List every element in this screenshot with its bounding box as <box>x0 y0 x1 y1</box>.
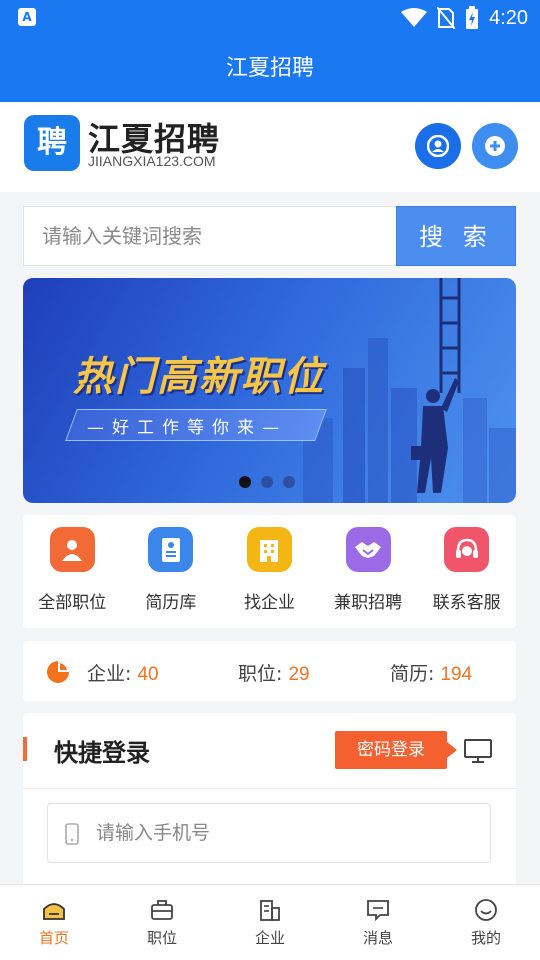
app-notification-icon: A <box>18 8 36 26</box>
stats-bar: 企业: 40 职位: 29 简历: 194 <box>23 641 516 701</box>
briefcase-person-icon <box>49 527 95 572</box>
logo-icon: 聘 <box>24 115 80 171</box>
search-input[interactable] <box>24 207 396 265</box>
tab-jobs[interactable]: 职位 <box>108 885 216 960</box>
company-icon <box>260 900 280 921</box>
search-bar: 搜 索 <box>23 206 516 266</box>
carousel-dot[interactable] <box>239 476 251 488</box>
promo-banner[interactable]: 热门高新职位 —好工作等你来— <box>23 278 516 503</box>
add-button[interactable] <box>472 123 518 169</box>
user-button[interactable] <box>415 123 461 169</box>
carousel-dots <box>239 476 295 488</box>
tab-label: 职位 <box>146 929 177 947</box>
handshake-icon <box>345 527 391 572</box>
menu-item-companies[interactable]: 找企业 <box>220 515 319 628</box>
stat-label: 简历: <box>390 663 435 685</box>
tab-profile[interactable]: 我的 <box>432 885 540 960</box>
stat-resumes: 简历: 194 <box>390 659 472 686</box>
status-icons: 4:20 <box>401 4 528 32</box>
stat-label: 企业: <box>87 663 132 685</box>
menu-item-all-jobs[interactable]: 全部职位 <box>23 515 122 628</box>
tab-companies[interactable]: 企业 <box>216 885 324 960</box>
pie-chart-icon <box>47 661 69 683</box>
stat-value: 40 <box>137 664 159 685</box>
stat-jobs: 职位: 29 <box>238 659 310 686</box>
home-icon <box>43 903 65 920</box>
menu-label: 兼职招聘 <box>334 593 403 613</box>
stat-value: 194 <box>440 664 473 685</box>
resume-icon <box>148 527 194 572</box>
phone-icon <box>65 823 79 845</box>
tab-messages[interactable]: 消息 <box>324 885 432 960</box>
bottom-nav: 首页 职位 企业 消息 我的 <box>0 884 540 960</box>
briefcase-icon <box>151 900 173 920</box>
section-accent-bar <box>23 737 27 761</box>
plus-circle-icon <box>485 136 505 156</box>
quick-menu: 全部职位 简历库 找企业 兼职招聘 联系客服 <box>23 515 516 628</box>
menu-item-customer-service[interactable]: 联系客服 <box>417 515 516 628</box>
tab-label: 消息 <box>362 929 393 947</box>
carousel-dot[interactable] <box>283 476 295 488</box>
status-bar: A 4:20 <box>0 0 540 36</box>
headset-icon <box>444 527 490 572</box>
message-icon <box>367 900 389 921</box>
phone-input[interactable] <box>96 804 476 862</box>
quick-login-card: 快捷登录 密码登录 <box>23 713 516 888</box>
tab-label: 企业 <box>254 929 285 947</box>
pointer-arrow <box>447 742 457 758</box>
stat-companies: 企业: 40 <box>87 659 159 686</box>
menu-label: 联系客服 <box>432 593 501 613</box>
menu-item-part-time[interactable]: 兼职招聘 <box>319 515 418 628</box>
phone-field[interactable] <box>47 803 491 863</box>
profile-icon <box>475 899 497 921</box>
monitor-icon[interactable] <box>463 738 493 764</box>
login-title: 快捷登录 <box>54 739 150 767</box>
banner-subtitle: —好工作等你来— <box>87 418 287 438</box>
search-button[interactable]: 搜 索 <box>396 206 516 266</box>
tab-label: 首页 <box>38 929 69 947</box>
stat-label: 职位: <box>238 663 283 685</box>
battery-charging-icon <box>466 6 479 29</box>
no-sim-icon <box>437 7 456 29</box>
menu-item-resumes[interactable]: 简历库 <box>122 515 221 628</box>
site-domain: JIIANGXIA123.COM <box>88 153 216 169</box>
menu-label: 简历库 <box>145 593 197 613</box>
banner-title: 热门高新职位 <box>73 354 325 400</box>
divider <box>23 788 516 789</box>
password-login-button[interactable]: 密码登录 <box>335 731 447 769</box>
tab-label: 我的 <box>470 929 501 947</box>
carousel-dot[interactable] <box>261 476 273 488</box>
user-icon <box>427 135 449 157</box>
wifi-icon <box>401 8 428 27</box>
page-title: 江夏招聘 <box>0 36 540 102</box>
site-header: 聘 江夏招聘 JIIANGXIA123.COM <box>0 102 540 192</box>
clock: 4:20 <box>489 6 528 29</box>
menu-label: 全部职位 <box>38 593 107 613</box>
menu-label: 找企业 <box>243 593 295 613</box>
stat-value: 29 <box>288 664 310 685</box>
building-icon <box>246 527 292 572</box>
tab-home[interactable]: 首页 <box>0 885 108 960</box>
